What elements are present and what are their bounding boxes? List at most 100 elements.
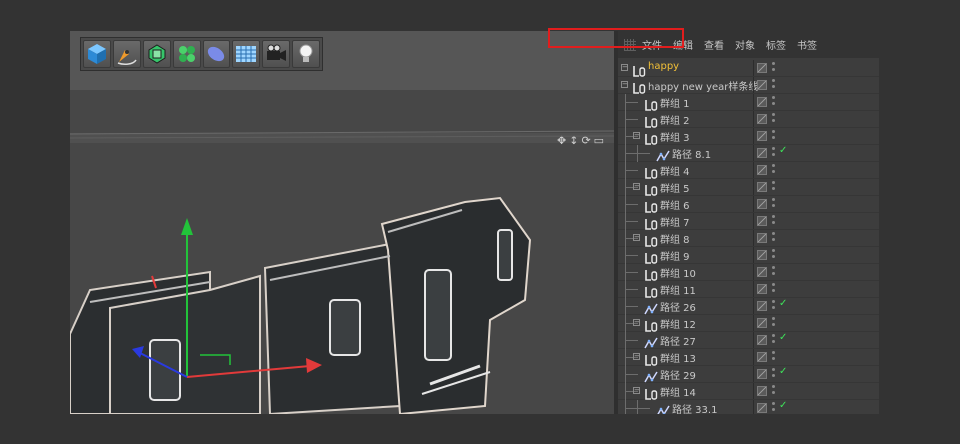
deformer-button[interactable]: [202, 40, 231, 68]
visibility-dots-icon[interactable]: [772, 402, 775, 414]
object-row[interactable]: 路径 33.1 ✓: [618, 400, 879, 414]
object-name[interactable]: 路径 26: [660, 299, 696, 314]
object-name[interactable]: 群组 14: [660, 384, 696, 399]
object-row[interactable]: − 群组 8: [618, 230, 879, 247]
object-row[interactable]: − 群组 5: [618, 179, 879, 196]
layer-tag-icon[interactable]: [757, 318, 767, 328]
enabled-check-icon[interactable]: ✓: [779, 400, 787, 411]
visibility-dots-icon[interactable]: [772, 96, 775, 108]
3d-scene[interactable]: [70, 90, 614, 414]
layer-tag-icon[interactable]: [757, 386, 767, 396]
layer-tag-icon[interactable]: [757, 114, 767, 124]
object-name[interactable]: 群组 8: [660, 231, 690, 246]
expand-toggle-icon[interactable]: −: [633, 132, 640, 139]
menu-item-4[interactable]: 标签: [766, 37, 786, 52]
expand-toggle-icon[interactable]: −: [621, 81, 628, 88]
layer-tag-icon[interactable]: [757, 80, 767, 90]
object-name[interactable]: happy: [648, 61, 679, 72]
object-name[interactable]: happy new year样条线: [648, 78, 758, 93]
menu-item-2[interactable]: 查看: [704, 37, 724, 52]
object-name[interactable]: 群组 9: [660, 248, 690, 263]
layer-tag-icon[interactable]: [757, 131, 767, 141]
layer-tag-icon[interactable]: [757, 97, 767, 107]
visibility-dots-icon[interactable]: [772, 113, 775, 125]
layer-tag-icon[interactable]: [757, 199, 767, 209]
visibility-dots-icon[interactable]: [772, 249, 775, 261]
object-row[interactable]: 路径 29 ✓: [618, 366, 879, 383]
expand-toggle-icon[interactable]: −: [633, 387, 640, 394]
camera-button[interactable]: [262, 40, 291, 68]
visibility-dots-icon[interactable]: [772, 130, 775, 142]
menu-item-5[interactable]: 书签: [797, 37, 817, 52]
enabled-check-icon[interactable]: ✓: [779, 298, 787, 309]
object-row[interactable]: − 群组 3: [618, 128, 879, 145]
object-row[interactable]: − 群组 13: [618, 349, 879, 366]
light-bulb-button[interactable]: [292, 40, 320, 68]
object-row[interactable]: 群组 7: [618, 213, 879, 230]
object-row[interactable]: 群组 4: [618, 162, 879, 179]
layer-tag-icon[interactable]: [757, 250, 767, 260]
layer-tag-icon[interactable]: [757, 233, 767, 243]
object-name[interactable]: 路径 33.1: [672, 401, 717, 414]
visibility-dots-icon[interactable]: [772, 215, 775, 227]
layer-tag-icon[interactable]: [757, 63, 767, 73]
object-name[interactable]: 路径 8.1: [672, 146, 711, 161]
layer-tag-icon[interactable]: [757, 301, 767, 311]
expand-toggle-icon[interactable]: −: [633, 234, 640, 241]
3d-text-happy[interactable]: [70, 196, 532, 414]
subdivision-button[interactable]: [142, 40, 171, 68]
layer-tag-icon[interactable]: [757, 165, 767, 175]
object-name[interactable]: 群组 2: [660, 112, 690, 127]
object-row[interactable]: 群组 10: [618, 264, 879, 281]
layer-tag-icon[interactable]: [757, 335, 767, 345]
visibility-dots-icon[interactable]: [772, 198, 775, 210]
visibility-dots-icon[interactable]: [772, 351, 775, 363]
object-row[interactable]: − 群组 12: [618, 315, 879, 332]
cube-button[interactable]: [83, 40, 111, 68]
object-row[interactable]: 群组 9: [618, 247, 879, 264]
enabled-check-icon[interactable]: ✓: [779, 366, 787, 377]
menu-item-3[interactable]: 对象: [735, 37, 755, 52]
object-name[interactable]: 群组 7: [660, 214, 690, 229]
object-row[interactable]: 路径 26 ✓: [618, 298, 879, 315]
visibility-dots-icon[interactable]: [772, 164, 775, 176]
layer-tag-icon[interactable]: [757, 182, 767, 192]
visibility-dots-icon[interactable]: [772, 79, 775, 91]
visibility-dots-icon[interactable]: [772, 147, 775, 159]
expand-toggle-icon[interactable]: −: [633, 353, 640, 360]
object-name[interactable]: 群组 11: [660, 282, 696, 297]
layer-tag-icon[interactable]: [757, 284, 767, 294]
layer-tag-icon[interactable]: [757, 216, 767, 226]
visibility-dots-icon[interactable]: [772, 62, 775, 74]
object-name[interactable]: 群组 10: [660, 265, 696, 280]
layer-tag-icon[interactable]: [757, 369, 767, 379]
object-name[interactable]: 群组 3: [660, 129, 690, 144]
enabled-check-icon[interactable]: ✓: [779, 332, 787, 343]
object-row[interactable]: 群组 6: [618, 196, 879, 213]
layer-tag-icon[interactable]: [757, 267, 767, 277]
object-name[interactable]: 路径 29: [660, 367, 696, 382]
object-row[interactable]: − happy new year样条线: [618, 77, 879, 94]
object-name[interactable]: 群组 5: [660, 180, 690, 195]
object-name[interactable]: 群组 1: [660, 95, 690, 110]
object-name[interactable]: 群组 6: [660, 197, 690, 212]
visibility-dots-icon[interactable]: [772, 181, 775, 193]
floor-grid-button[interactable]: [232, 40, 261, 68]
object-name[interactable]: 群组 13: [660, 350, 696, 365]
visibility-dots-icon[interactable]: [772, 317, 775, 329]
object-name[interactable]: 群组 12: [660, 316, 696, 331]
expand-toggle-icon[interactable]: −: [633, 183, 640, 190]
pen-tool-button[interactable]: [112, 40, 141, 68]
visibility-dots-icon[interactable]: [772, 266, 775, 278]
expand-toggle-icon[interactable]: −: [633, 319, 640, 326]
layer-tag-icon[interactable]: [757, 352, 767, 362]
object-name[interactable]: 群组 4: [660, 163, 690, 178]
object-row[interactable]: 路径 27 ✓: [618, 332, 879, 349]
visibility-dots-icon[interactable]: [772, 300, 775, 312]
object-row[interactable]: 群组 1: [618, 94, 879, 111]
visibility-dots-icon[interactable]: [772, 334, 775, 346]
object-row[interactable]: 群组 2: [618, 111, 879, 128]
object-row[interactable]: − happy: [618, 60, 879, 77]
visibility-dots-icon[interactable]: [772, 232, 775, 244]
object-row[interactable]: 路径 8.1 ✓: [618, 145, 879, 162]
